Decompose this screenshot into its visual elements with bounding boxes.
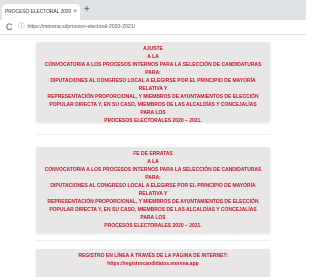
page-content: AJUSTE A LA CONVOCATORIA A LOS PROCESOS … xyxy=(0,35,306,277)
notice-line: CONVOCATORIA A LOS PROCESOS INTERNOS PAR… xyxy=(44,167,262,181)
notice-line: POPULAR DIRECTA Y, EN SU CASO, MIEMBROS … xyxy=(49,102,257,116)
browser-window: PROCESO ELECTORAL 2020-20 × + C ⓘ https:… xyxy=(0,0,306,277)
address-bar[interactable]: https://morena.si/proceso-electoral-2020… xyxy=(28,24,136,30)
notice-heading: AJUSTE xyxy=(143,46,163,52)
notice-line: PROCESOS ELECTORALES 2020 – 2021. xyxy=(104,118,202,124)
notice-line: REPRESENTACIÓN PROPORCIONAL, Y MIEMBROS … xyxy=(47,199,259,205)
notice-registro[interactable]: REGISTRO EN LÍNEA A TRAVÉS DE LA PÁGINA … xyxy=(36,249,270,277)
notice-heading: REGISTRO EN LÍNEA A TRAVÉS DE LA PÁGINA … xyxy=(78,253,228,259)
close-icon[interactable]: × xyxy=(73,9,77,15)
browser-tab[interactable]: PROCESO ELECTORAL 2020-20 × xyxy=(2,4,80,20)
new-tab-icon[interactable]: + xyxy=(84,5,90,15)
notice-line: DIPUTACIONES AL CONGRESO LOCAL A ELEGIRS… xyxy=(50,183,256,197)
registration-link[interactable]: https://registrocandidatos.morena.app xyxy=(42,260,264,268)
divider xyxy=(36,134,270,135)
notice-line: A LA xyxy=(147,54,159,60)
notice-line: DIPUTACIONES AL CONGRESO LOCAL A ELEGIRS… xyxy=(50,78,256,92)
divider xyxy=(36,240,270,241)
notice-line: POPULAR DIRECTA Y, EN SU CASO, MIEMBROS … xyxy=(49,207,257,221)
notice-line: CONVOCATORIA A LOS PROCESOS INTERNOS PAR… xyxy=(44,62,262,76)
browser-toolbar: C ⓘ https://morena.si/proceso-electoral-… xyxy=(0,20,306,35)
notice-line: A LA xyxy=(147,159,159,165)
reload-icon[interactable]: C xyxy=(6,22,13,32)
tab-bar: PROCESO ELECTORAL 2020-20 × + xyxy=(0,0,306,20)
notice-line: REPRESENTACIÓN PROPORCIONAL, Y MIEMBROS … xyxy=(47,94,259,100)
info-icon[interactable]: ⓘ xyxy=(19,24,25,30)
notice-fe-de-erratas[interactable]: FE DE ERRATAS A LA CONVOCATORIA A LOS PR… xyxy=(36,147,270,233)
notice-ajuste[interactable]: AJUSTE A LA CONVOCATORIA A LOS PROCESOS … xyxy=(36,42,270,124)
notice-line: PROCESOS ELECTORALES 2020 – 2021. xyxy=(104,223,202,229)
tab-title: PROCESO ELECTORAL 2020-20 xyxy=(5,9,72,15)
notice-heading: FE DE ERRATAS xyxy=(133,151,173,157)
